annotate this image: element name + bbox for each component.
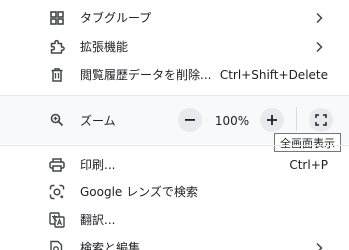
zoom-label: ズーム [80,114,116,128]
menu-item-label: 閲覧履歴データを削除... [80,68,212,82]
menu-item-tab-groups[interactable]: タブグループ [0,4,349,32]
trash-icon [49,67,65,83]
shortcut-text: Ctrl+P [289,158,328,172]
print-icon [49,157,65,173]
minus-icon [185,119,195,121]
menu-item-label: 印刷... [80,158,116,172]
zoom-in-button[interactable] [260,108,284,132]
extension-icon [49,39,65,55]
menu-item-label: Google レンズで検索 [80,185,198,199]
menu-item-extensions[interactable]: 拡張機能 [0,33,349,61]
menu-item-label: 拡張機能 [80,40,129,54]
find-edit-icon [49,240,65,250]
menu-item-label: 検索と編集 [80,241,141,250]
fullscreen-button[interactable] [309,108,333,132]
google-lens-icon [49,184,65,200]
menu-item-clear-browsing-data[interactable]: 閲覧履歴データを削除... Ctrl+Shift+Delete [0,61,349,89]
chrome-menu: タブグループ 拡張機能 閲覧履歴データを削除... Ctrl+Shift+Del… [0,0,349,250]
zoom-out-button[interactable] [178,108,202,132]
chevron-right-icon [316,242,323,250]
menu-item-label: タブグループ [80,11,152,25]
zoom-level-value: 100% [214,114,250,128]
zoom-icon [49,112,65,128]
menu-item-translate[interactable]: 翻訳... [0,206,349,234]
plus-icon [267,115,277,125]
chevron-right-icon [316,12,323,24]
menu-item-find-edit[interactable]: 検索と編集 [0,234,349,250]
chevron-right-icon [316,41,323,53]
fullscreen-icon [315,114,327,126]
fullscreen-tooltip: 全画面表示 [274,133,341,152]
menu-item-label: 翻訳... [80,213,116,227]
menu-item-google-lens[interactable]: Google レンズで検索 [0,178,349,206]
divider [0,145,349,146]
tab-groups-icon [49,10,65,26]
zoom-separator [296,107,297,131]
translate-icon [49,212,65,228]
menu-item-print[interactable]: 印刷... Ctrl+P [0,151,349,179]
shortcut-text: Ctrl+Shift+Delete [219,68,328,82]
